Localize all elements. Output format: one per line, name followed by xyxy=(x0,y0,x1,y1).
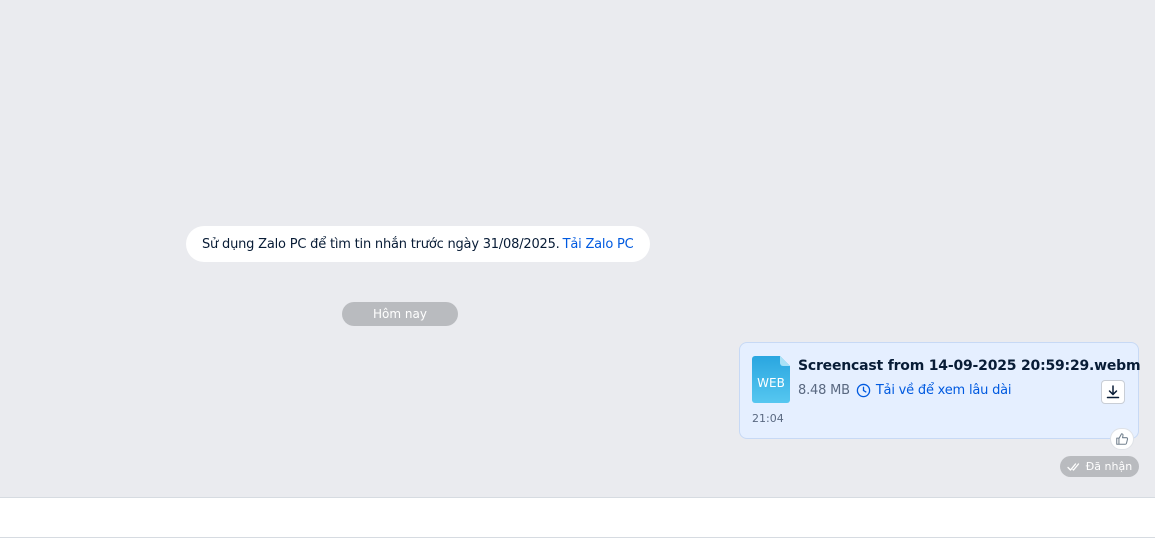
file-message-bubble[interactable]: WEB Screencast from 14-09-2025 20:59:29.… xyxy=(739,342,1141,439)
file-size: 8.48 MB xyxy=(798,383,850,398)
message-time: 21:04 xyxy=(752,412,784,425)
chat-area: Sử dụng Zalo PC để tìm tin nhắn trước ng… xyxy=(0,0,1155,497)
clock-icon xyxy=(856,383,871,398)
date-separator: Hôm nay xyxy=(342,302,458,326)
message-composer[interactable] xyxy=(0,498,1155,537)
webm-file-icon[interactable]: WEB xyxy=(752,356,790,403)
download-icon xyxy=(1106,385,1120,399)
file-name[interactable]: Screencast from 14-09-2025 20:59:29.webm xyxy=(798,358,1141,374)
history-notice: Sử dụng Zalo PC để tìm tin nhắn trước ng… xyxy=(186,226,650,262)
history-notice-text: Sử dụng Zalo PC để tìm tin nhắn trước ng… xyxy=(202,236,560,252)
file-type-label: WEB xyxy=(757,376,785,390)
delivery-status: Đã nhận xyxy=(1060,456,1139,477)
reaction-button[interactable] xyxy=(1110,428,1134,450)
double-check-icon xyxy=(1067,462,1079,471)
delivery-status-label: Đã nhận xyxy=(1085,460,1133,473)
download-button[interactable] xyxy=(1101,380,1125,404)
file-meta: 8.48 MB Tải về để xem lâu dài xyxy=(798,383,1012,398)
bottom-divider xyxy=(0,537,1155,538)
download-hint-link[interactable]: Tải về để xem lâu dài xyxy=(876,383,1012,398)
download-zalo-pc-link[interactable]: Tải Zalo PC xyxy=(563,237,634,252)
thumbs-up-icon xyxy=(1116,433,1129,445)
